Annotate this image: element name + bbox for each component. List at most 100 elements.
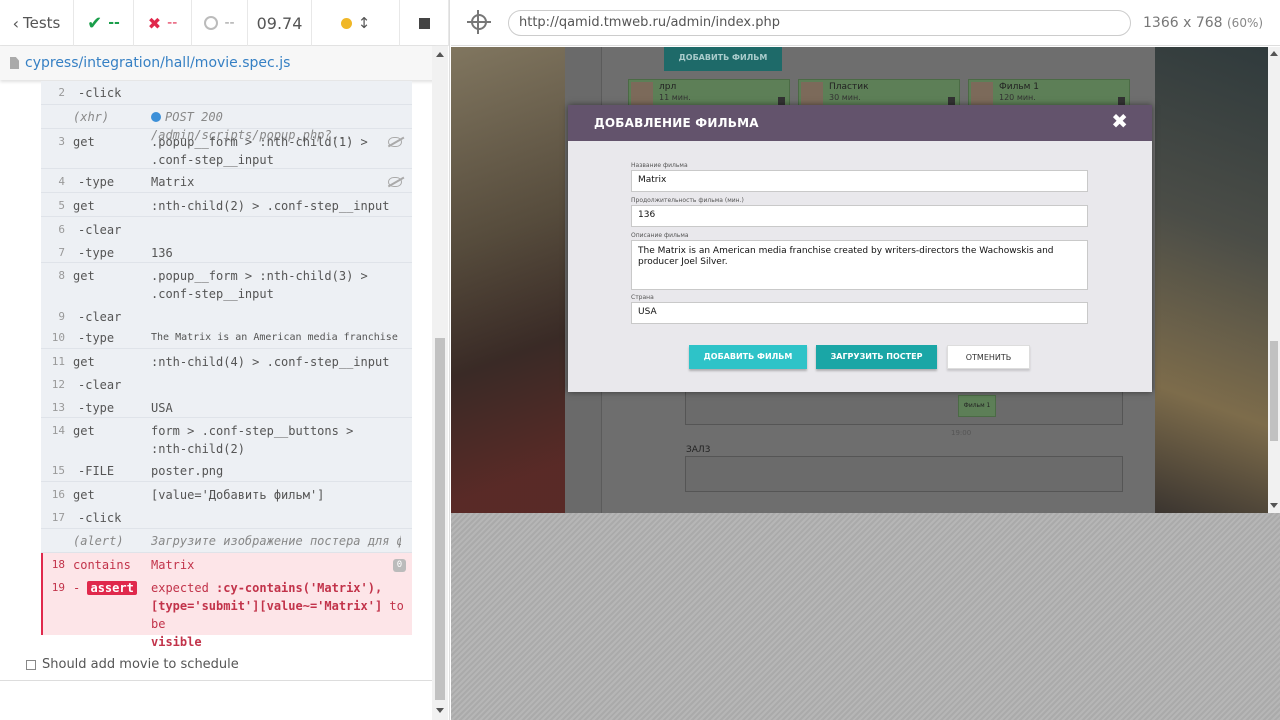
stop-button[interactable]	[400, 0, 449, 46]
passed-count: ✔ --	[74, 0, 134, 46]
aut-empty-area	[451, 513, 1280, 720]
assert-text: expected	[151, 581, 209, 595]
spec-path-link[interactable]: cypress/integration/hall/movie.spec.js	[25, 55, 290, 71]
viewport-size: 1366 x 768	[1143, 15, 1223, 31]
tests-button[interactable]: ‹ Tests	[0, 0, 74, 46]
cmd-name: -clear	[78, 378, 122, 392]
cmd-msg: poster.png	[151, 464, 224, 478]
add-film-button[interactable]: ДОБАВИТЬ ФИЛЬМ	[689, 345, 807, 369]
scroll-up-icon[interactable]	[1270, 51, 1278, 56]
command-row[interactable]: 9 -clear	[41, 305, 412, 327]
command-row[interactable]: 13 -type USA	[41, 395, 412, 418]
cmd-name: -type	[78, 175, 115, 189]
cmd-num: 9	[58, 310, 65, 323]
cmd-name: - assert	[73, 581, 137, 595]
film-title: Пластик	[829, 82, 869, 92]
trash-icon[interactable]	[1118, 97, 1125, 105]
cmd-name: -type	[78, 401, 115, 415]
cmd-msg: Matrix	[151, 558, 195, 572]
cmd-name: -type	[78, 331, 115, 345]
element-count-badge: 0	[393, 559, 406, 572]
trash-icon[interactable]	[948, 97, 955, 105]
command-row[interactable]: 5 get :nth-child(2) > .conf-step__input	[41, 193, 412, 217]
cross-icon: ✖	[147, 13, 162, 33]
aut-header: http://qamid.tmweb.ru/admin/index.php 13…	[451, 0, 1280, 46]
cmd-msg: :nth-child(2) > .conf-step__input	[151, 199, 390, 213]
cmd-name: get	[73, 488, 95, 502]
command-row[interactable]: 11 get :nth-child(4) > .conf-step__input	[41, 349, 412, 372]
command-row[interactable]: 14 get form > .conf-step__buttons > :nth…	[41, 418, 412, 458]
command-row[interactable]: 8 get .popup__form > :nth-child(3) > .co…	[41, 263, 412, 305]
add-film-button-bg[interactable]: ДОБАВИТЬ ФИЛЬМ	[664, 47, 782, 71]
slot-time: 19:00	[951, 429, 972, 437]
divider	[0, 680, 432, 681]
command-row[interactable]: 12 -clear	[41, 372, 412, 395]
cancel-button[interactable]: ОТМЕНИТЬ	[947, 345, 1030, 369]
close-icon[interactable]: ✖	[1111, 111, 1128, 131]
cmd-num: 2	[58, 86, 65, 99]
command-row[interactable]: 15 -FILE poster.png	[41, 458, 412, 482]
cmd-num: 11	[51, 355, 65, 368]
film-duration: 30 мин.	[829, 93, 861, 102]
aut-scrollbar[interactable]	[1268, 47, 1280, 513]
upload-poster-button[interactable]: ЗАГРУЗИТЬ ПОСТЕР	[816, 345, 937, 369]
film-description-textarea[interactable]: The Matrix is an American media franchis…	[631, 240, 1088, 290]
xhr-status-icon	[151, 112, 161, 122]
run-controls: ↕	[312, 0, 400, 46]
cmd-msg: USA	[151, 401, 173, 415]
cmd-name: -FILE	[78, 464, 115, 478]
cmd-num: 7	[58, 246, 65, 259]
command-row[interactable]: 3 get .popup__form > :nth-child(1) > .co…	[41, 129, 412, 169]
cmd-num: 12	[51, 378, 65, 391]
scroll-down-icon[interactable]	[436, 708, 444, 713]
cmd-num: 5	[58, 199, 65, 212]
reporter-header: ‹ Tests ✔ -- ✖ -- -- 09.74 ↕	[0, 0, 449, 46]
toggle-scroll-icon[interactable]: ↕	[358, 14, 371, 32]
command-row[interactable]: (xhr) POST 200 /admin/scripts/popup.php?…	[41, 105, 412, 142]
cypress-reporter: ‹ Tests ✔ -- ✖ -- -- 09.74 ↕ cypress/int…	[0, 0, 450, 720]
command-row[interactable]: 4 -type Matrix	[41, 169, 412, 193]
pending-test-icon	[26, 659, 36, 670]
schedule-slot[interactable]: Фильм 1	[958, 395, 996, 417]
film-title: Фильм 1	[999, 82, 1040, 92]
command-row[interactable]: 17 -click	[41, 505, 412, 529]
scrollbar-thumb[interactable]	[435, 338, 445, 700]
selector-playground-icon[interactable]	[467, 10, 491, 34]
cmd-msg: 136	[151, 246, 173, 260]
command-row[interactable]: (alert) Загрузите изображение постера дл…	[41, 529, 412, 553]
pending-icon	[204, 16, 219, 30]
cmd-name: get	[73, 269, 95, 283]
cmd-name: -type	[78, 246, 115, 260]
cmd-msg: Загрузите изображение постера для фил...	[151, 534, 401, 548]
failed-command-block[interactable]: 18 contains Matrix 0 19 - assert expecte…	[41, 553, 412, 649]
viewport-info[interactable]: 1366 x 768 (60%)	[1143, 15, 1263, 31]
next-test-label: Should add movie to schedule	[42, 657, 239, 672]
pending-value: --	[224, 15, 235, 31]
scroll-up-icon[interactable]	[436, 52, 444, 57]
assert-badge: assert	[87, 581, 137, 595]
film-country-input[interactable]: USA	[631, 302, 1088, 324]
assert-dash: -	[73, 581, 81, 595]
film-country-label: Страна	[631, 294, 654, 301]
command-row[interactable]: 16 get [value='Добавить фильм']	[41, 482, 412, 505]
cmd-name: -click	[78, 86, 122, 100]
command-row[interactable]: 10 -type The Matrix is an American media…	[41, 327, 412, 349]
film-duration: 120 мин.	[999, 93, 1036, 102]
film-name-input[interactable]: Matrix	[631, 170, 1088, 192]
url-bar[interactable]: http://qamid.tmweb.ru/admin/index.php	[508, 10, 1131, 36]
reporter-scrollbar[interactable]	[432, 46, 448, 720]
command-row[interactable]: 7 -type 136	[41, 240, 412, 263]
scroll-down-icon[interactable]	[1270, 503, 1278, 508]
spec-file-header: cypress/integration/hall/movie.spec.js	[0, 46, 437, 80]
cmd-num: 3	[58, 135, 65, 148]
scrollbar-thumb[interactable]	[1270, 341, 1278, 441]
next-test-item[interactable]: Should add movie to schedule	[26, 657, 239, 672]
cmd-name: -clear	[78, 310, 122, 324]
background-image-left	[451, 47, 565, 513]
chevron-left-icon: ‹	[12, 13, 20, 33]
command-row[interactable]: 2 -click	[41, 81, 412, 105]
film-duration-input[interactable]: 136	[631, 205, 1088, 227]
trash-icon[interactable]	[778, 97, 785, 105]
background-image-right	[1155, 47, 1280, 513]
command-row[interactable]: 6 -clear	[41, 217, 412, 240]
